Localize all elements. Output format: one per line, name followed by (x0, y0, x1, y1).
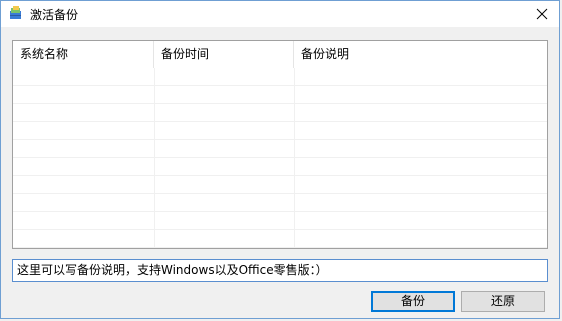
empty-row (13, 86, 547, 104)
empty-row (13, 104, 547, 122)
close-icon (536, 8, 548, 20)
title-bar[interactable]: 激活备份 (1, 1, 559, 27)
empty-row (13, 230, 547, 248)
empty-row (13, 176, 547, 194)
app-icon (9, 6, 23, 20)
empty-row (13, 194, 547, 212)
empty-row (13, 68, 547, 86)
backup-note-input[interactable]: 这里可以写备份说明，支持Windows以及Office零售版：） (12, 259, 548, 282)
restore-button[interactable]: 还原 (461, 291, 545, 312)
dialog-window: 激活备份 系统名称 备份时间 备份说明 这里可以写备份说明，支持Windows以… (0, 0, 560, 319)
list-header: 系统名称 备份时间 备份说明 (13, 41, 547, 68)
column-header-backup-note[interactable]: 备份说明 (294, 41, 547, 68)
close-button[interactable] (531, 3, 553, 25)
empty-row (13, 122, 547, 140)
empty-row (13, 212, 547, 230)
window-title: 激活备份 (30, 8, 79, 22)
column-header-backup-time[interactable]: 备份时间 (154, 41, 294, 68)
column-header-system-name[interactable]: 系统名称 (13, 41, 154, 68)
backup-list[interactable]: 系统名称 备份时间 备份说明 (12, 40, 548, 249)
backup-button[interactable]: 备份 (371, 291, 455, 312)
empty-row (13, 158, 547, 176)
empty-row (13, 140, 547, 158)
